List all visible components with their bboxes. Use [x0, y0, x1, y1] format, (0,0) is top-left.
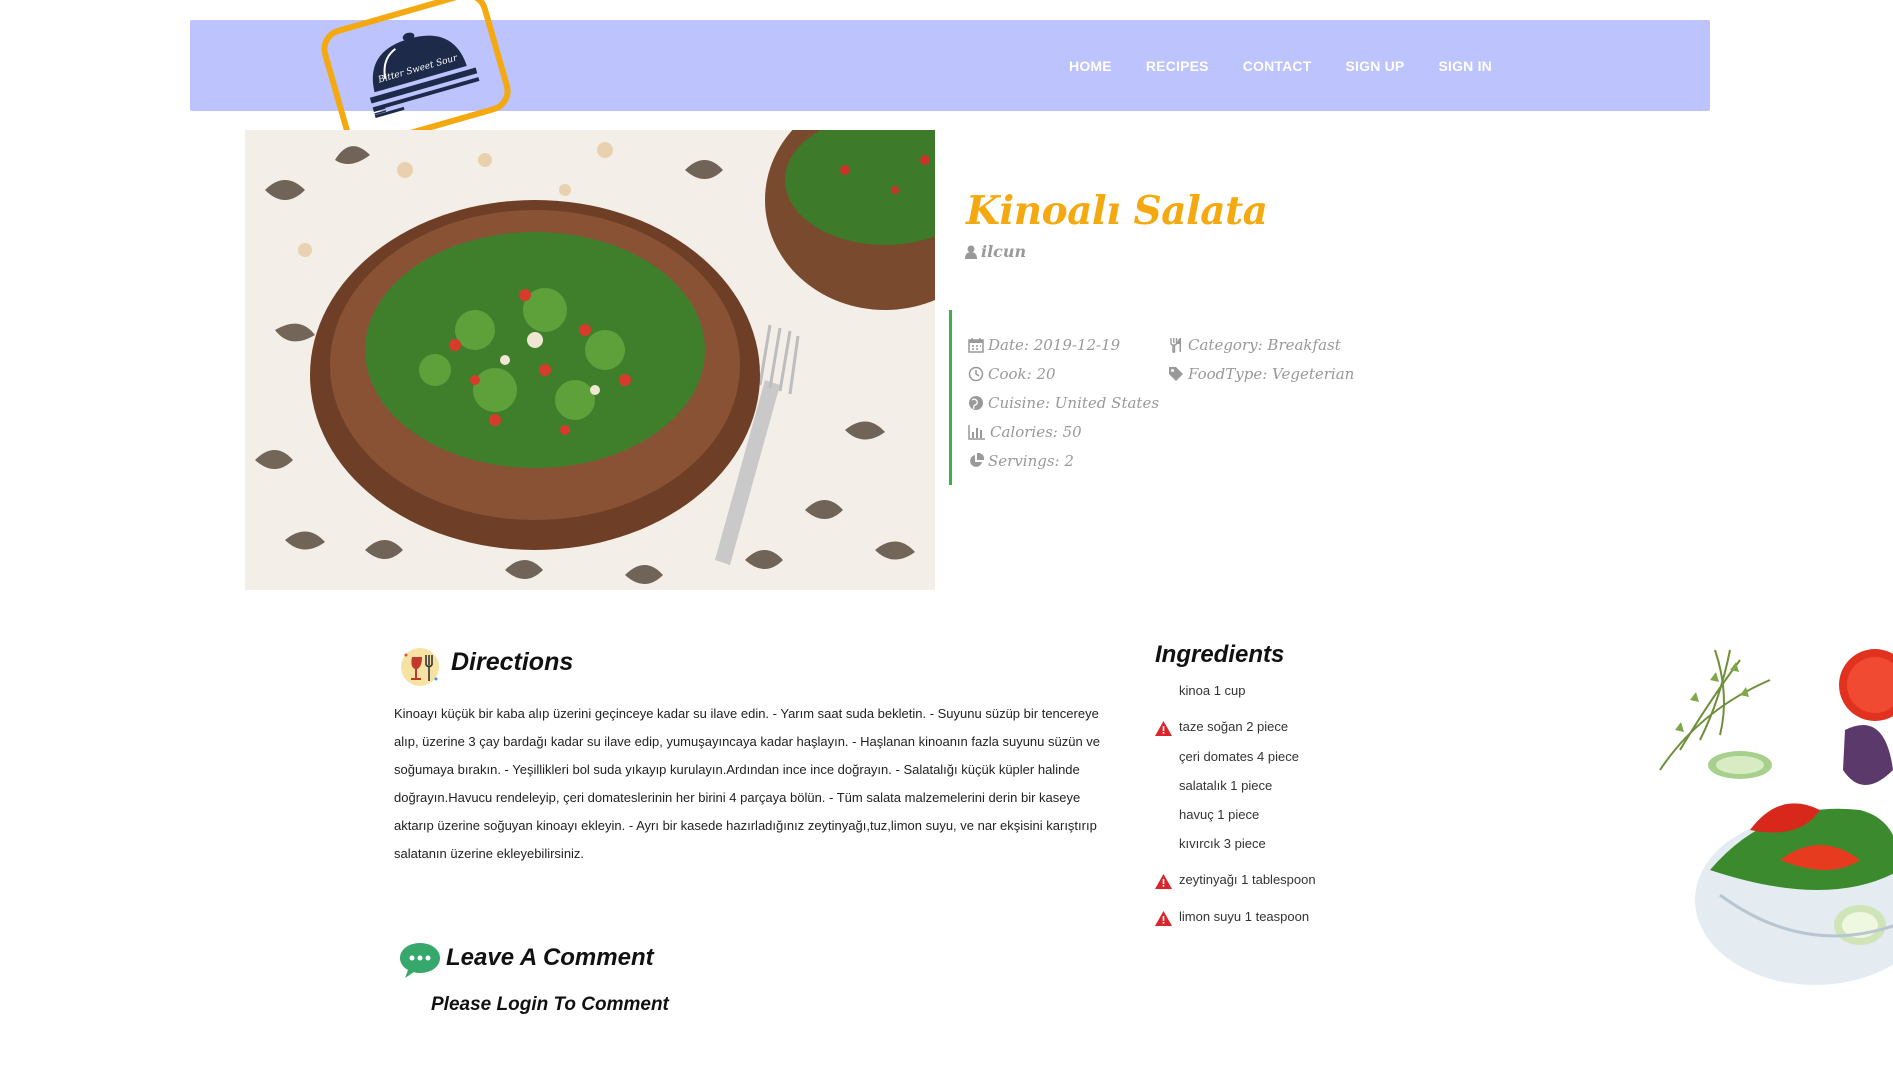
meta-category: Category: Breakfast [1168, 330, 1354, 359]
login-to-comment-prompt[interactable]: Please Login To Comment [431, 994, 669, 1016]
meta-date: Date: 2019-12-19 [968, 330, 1159, 359]
meta-cook: Cook: 20 [968, 359, 1159, 388]
author-name: ilcun [981, 242, 1027, 261]
meta-foodtype: FoodType: Vegeterian [1168, 359, 1354, 388]
meta-cuisine: Cuisine: United States [968, 388, 1159, 417]
meta-column-left: Date: 2019-12-19 Cook: 20 Cuisine: Unite… [968, 330, 1159, 475]
pie-chart-icon [970, 452, 984, 467]
meta-column-right: Category: Breakfast FoodType: Vegeterian [1168, 330, 1354, 388]
directions-text: Kinoayı küçük bir kaba alıp üzerini geçi… [394, 706, 1101, 861]
nav-contact[interactable]: CONTACT [1243, 58, 1312, 74]
ingredient-item: havuç 1 piece [1179, 807, 1260, 822]
bar-chart-icon [968, 424, 985, 440]
ingredient-item: kinoa 1 cup [1179, 683, 1246, 698]
nav-sign-up[interactable]: SIGN UP [1346, 58, 1405, 74]
ingredient-item: salatalık 1 piece [1179, 778, 1273, 793]
cloche-logo-icon: Bitter Sweet Sour [369, 32, 480, 118]
warning-icon [1155, 721, 1172, 736]
nav-recipes[interactable]: RECIPES [1146, 58, 1209, 74]
warning-icon [1155, 874, 1172, 889]
utensils-icon [1170, 337, 1181, 353]
ingredient-item: kıvırcık 3 piece [1179, 836, 1266, 851]
recipe-author[interactable]: ilcun [965, 242, 1026, 261]
ingredient-item: taze soğan 2 piece [1155, 705, 1415, 742]
clock-icon [968, 366, 984, 381]
directions-title: Directions [451, 648, 574, 676]
directions-icon [398, 645, 442, 694]
meta-servings: Servings: 2 [968, 446, 1159, 475]
nav-links: HOME RECIPES CONTACT SIGN UP SIGN IN [1035, 20, 1492, 111]
nav-home[interactable]: HOME [1069, 58, 1112, 74]
globe-icon [969, 395, 983, 410]
ingredient-item: çeri domates 4 piece [1179, 749, 1299, 764]
ingredient-item: limon suyu 1 teaspoon [1155, 895, 1415, 932]
salad-bowl-decoration [1630, 640, 1893, 1000]
ingredients-list: kinoa 1 cup taze soğan 2 piece çeri doma… [1155, 676, 1415, 932]
recipe-photo [245, 130, 935, 590]
tag-icon [1169, 366, 1183, 381]
comment-title: Leave A Comment [446, 944, 654, 971]
warning-icon [1155, 911, 1172, 926]
recipe-meta: Date: 2019-12-19 Cook: 20 Cuisine: Unite… [949, 310, 1369, 485]
recipe-title: Kinoalı Salata [966, 188, 1268, 234]
ingredients-title: Ingredients [1155, 641, 1285, 668]
user-icon [965, 245, 977, 259]
nav-sign-in[interactable]: SIGN IN [1438, 58, 1492, 74]
comment-icon [398, 940, 442, 985]
ingredient-item: zeytinyağı 1 tablespoon [1155, 858, 1415, 895]
calendar-icon [968, 337, 984, 353]
meta-calories: Calories: 50 [968, 417, 1159, 446]
